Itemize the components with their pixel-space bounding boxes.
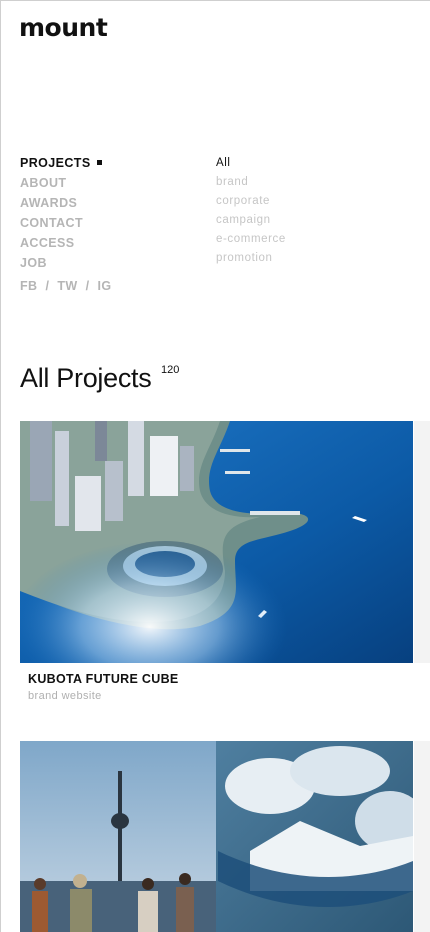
category-corporate[interactable]: corporate	[216, 194, 286, 213]
project-count: 120	[161, 364, 180, 376]
category-filter: All brand corporate campaign e-commerce …	[216, 156, 286, 270]
social-separator: /	[85, 279, 90, 293]
social-link-fb[interactable]: FB	[20, 279, 37, 293]
social-separator: /	[45, 279, 50, 293]
category-e-commerce[interactable]: e-commerce	[216, 232, 286, 251]
category-all[interactable]: All	[216, 156, 286, 175]
next-card-edge	[414, 741, 430, 932]
social-link-ig[interactable]: IG	[97, 279, 111, 293]
page-title: All Projects	[20, 363, 152, 393]
nav-item-contact[interactable]: CONTACT	[20, 216, 111, 236]
logo[interactable]: mount	[19, 13, 108, 42]
project-category: brand website	[28, 690, 102, 702]
nav-item-projects[interactable]: PROJECTS	[20, 156, 111, 176]
nav-item-awards[interactable]: AWARDS	[20, 196, 111, 216]
city-island-image	[20, 421, 413, 663]
nav-item-access[interactable]: ACCESS	[20, 236, 111, 256]
project-card[interactable]: KUBOTA FUTURE CUBE brand website	[20, 421, 413, 711]
social-links: FB / TW / IG	[20, 276, 111, 296]
category-promotion[interactable]: promotion	[216, 251, 286, 270]
category-brand[interactable]: brand	[216, 175, 286, 194]
project-thumbnail[interactable]	[20, 421, 413, 663]
social-link-tw[interactable]: TW	[57, 279, 77, 293]
main-nav: PROJECTS ABOUT AWARDS CONTACT ACCESS JOB…	[20, 156, 111, 296]
nav-item-job[interactable]: JOB	[20, 256, 111, 276]
nav-item-about[interactable]: ABOUT	[20, 176, 111, 196]
project-card[interactable]	[20, 741, 413, 932]
project-title[interactable]: KUBOTA FUTURE CUBE	[28, 672, 179, 686]
category-campaign[interactable]: campaign	[216, 213, 286, 232]
project-thumbnail[interactable]	[20, 741, 413, 932]
next-card-edge	[414, 421, 430, 663]
tower-and-clouds-image	[20, 741, 413, 932]
